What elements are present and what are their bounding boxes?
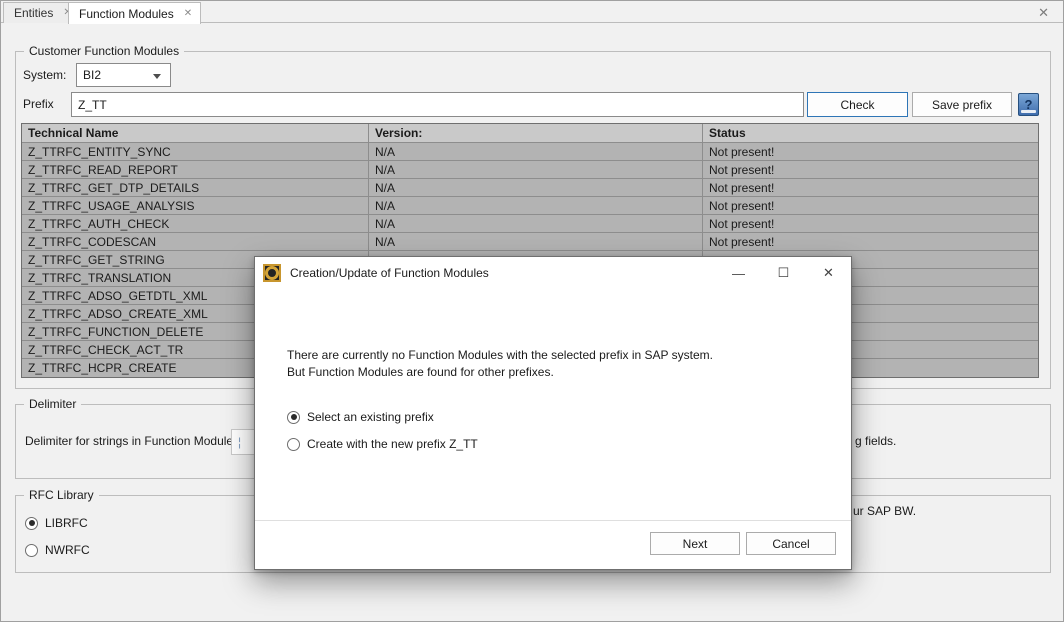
tab-entities-label: Entities: [14, 6, 53, 20]
tab-function-modules[interactable]: Function Modules ✕: [68, 2, 201, 24]
radio-create-new-label: Create with the new prefix Z_TT: [307, 437, 478, 451]
cell-version: N/A: [369, 143, 703, 160]
save-prefix-button[interactable]: Save prefix: [912, 92, 1012, 117]
radio-unselected-icon: [287, 438, 300, 451]
dialog-title: Creation/Update of Function Modules: [290, 266, 489, 280]
system-select[interactable]: BI2: [76, 63, 171, 87]
prefix-value: Z_TT: [78, 98, 107, 112]
cell-version: N/A: [369, 179, 703, 196]
cell-version: N/A: [369, 161, 703, 178]
radio-librfc[interactable]: LIBRFC: [25, 516, 88, 530]
help-button[interactable]: ?: [1018, 93, 1039, 116]
dialog-message-line2: But Function Modules are found for other…: [287, 364, 827, 381]
rfc-hint-fragment: ur SAP BW.: [853, 504, 916, 518]
radio-selected-icon: [287, 411, 300, 424]
table-row[interactable]: Z_TTRFC_ENTITY_SYNCN/ANot present!: [22, 143, 1038, 161]
tabstrip-close-icon[interactable]: ✕: [1038, 5, 1049, 21]
cell-status: Not present!: [703, 233, 1038, 250]
cell-status: Not present!: [703, 143, 1038, 160]
delimiter-hint-fragment: g fields.: [855, 434, 896, 448]
tab-strip: Entities ✕ Function Modules ✕ ✕: [1, 1, 1063, 23]
creation-update-dialog: Creation/Update of Function Modules — ☐ …: [254, 256, 852, 570]
column-header-technical-name[interactable]: Technical Name: [22, 124, 369, 142]
radio-librfc-label: LIBRFC: [45, 516, 88, 530]
customer-group-title: Customer Function Modules: [24, 44, 184, 58]
cell-technical-name: Z_TTRFC_CODESCAN: [22, 233, 369, 250]
cell-technical-name: Z_TTRFC_AUTH_CHECK: [22, 215, 369, 232]
rfc-group-title: RFC Library: [24, 488, 99, 502]
radio-select-existing-prefix[interactable]: Select an existing prefix: [287, 410, 434, 424]
radio-create-new-prefix[interactable]: Create with the new prefix Z_TT: [287, 437, 478, 451]
column-header-status[interactable]: Status: [703, 124, 1038, 142]
table-row[interactable]: Z_TTRFC_AUTH_CHECKN/ANot present!: [22, 215, 1038, 233]
delimiter-field-label: Delimiter for strings in Function Module…: [25, 434, 239, 448]
system-label: System:: [23, 68, 66, 82]
maximize-icon[interactable]: ☐: [761, 257, 806, 289]
radio-nwrfc[interactable]: NWRFC: [25, 543, 90, 557]
table-row[interactable]: Z_TTRFC_CODESCANN/ANot present!: [22, 233, 1038, 251]
check-button-label: Check: [840, 98, 874, 112]
cell-version: N/A: [369, 233, 703, 250]
cell-version: N/A: [369, 215, 703, 232]
close-icon[interactable]: ✕: [806, 257, 851, 289]
cell-status: Not present!: [703, 179, 1038, 196]
check-button[interactable]: Check: [807, 92, 908, 117]
chevron-down-icon: [153, 74, 161, 79]
cell-technical-name: Z_TTRFC_USAGE_ANALYSIS: [22, 197, 369, 214]
tab-function-modules-close-icon[interactable]: ✕: [184, 9, 192, 19]
prefix-label: Prefix: [23, 97, 54, 111]
table-row[interactable]: Z_TTRFC_GET_DTP_DETAILSN/ANot present!: [22, 179, 1038, 197]
table-row[interactable]: Z_TTRFC_READ_REPORTN/ANot present!: [22, 161, 1038, 179]
tab-function-modules-label: Function Modules: [79, 7, 174, 21]
cancel-button[interactable]: Cancel: [746, 532, 836, 555]
next-button[interactable]: Next: [650, 532, 740, 555]
dialog-message-line1: There are currently no Function Modules …: [287, 347, 827, 364]
delimiter-group-title: Delimiter: [24, 397, 81, 411]
table-header-row: Technical Name Version: Status: [22, 124, 1038, 143]
cell-status: Not present!: [703, 161, 1038, 178]
app-logo-icon: [263, 264, 281, 282]
cell-version: N/A: [369, 197, 703, 214]
cell-status: Not present!: [703, 215, 1038, 232]
delimiter-value: ¦: [238, 435, 241, 449]
dialog-separator: [255, 520, 851, 521]
question-mark-icon: ?: [1025, 97, 1033, 112]
column-header-version[interactable]: Version:: [369, 124, 703, 142]
radio-nwrfc-label: NWRFC: [45, 543, 90, 557]
prefix-input[interactable]: Z_TT: [71, 92, 804, 117]
table-row[interactable]: Z_TTRFC_USAGE_ANALYSISN/ANot present!: [22, 197, 1038, 215]
app-window: Entities ✕ Function Modules ✕ ✕ Customer…: [0, 0, 1064, 622]
radio-unselected-icon: [25, 544, 38, 557]
cell-technical-name: Z_TTRFC_ENTITY_SYNC: [22, 143, 369, 160]
radio-select-existing-label: Select an existing prefix: [307, 410, 434, 424]
system-value: BI2: [83, 68, 101, 82]
cancel-button-label: Cancel: [772, 537, 809, 551]
minimize-icon[interactable]: —: [716, 257, 761, 289]
cell-technical-name: Z_TTRFC_GET_DTP_DETAILS: [22, 179, 369, 196]
save-prefix-button-label: Save prefix: [932, 98, 992, 112]
radio-selected-icon: [25, 517, 38, 530]
cell-status: Not present!: [703, 197, 1038, 214]
next-button-label: Next: [683, 537, 708, 551]
cell-technical-name: Z_TTRFC_READ_REPORT: [22, 161, 369, 178]
